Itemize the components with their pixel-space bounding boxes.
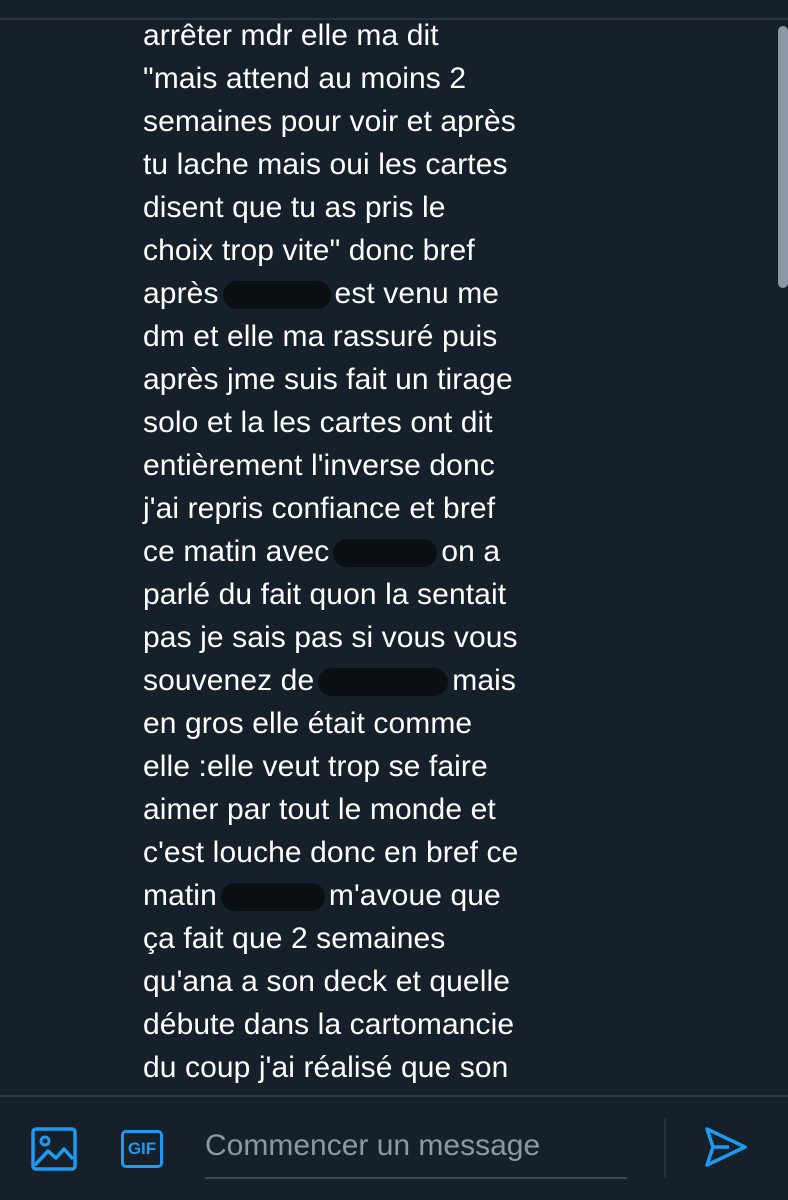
send-button[interactable]	[702, 1123, 750, 1171]
dm-conversation-screen: arrêter mdr elle ma dit "mais attend au …	[0, 0, 788, 1200]
redaction-mark	[333, 539, 438, 568]
message-line: j'ai repris confiance et bref	[143, 492, 496, 525]
message-line: ce matin avec on a	[143, 530, 703, 573]
message-line: solo et la les cartes ont dit	[143, 406, 493, 439]
message-line: "mais attend au moins 2	[143, 62, 467, 95]
message-segment: ce matin avec	[143, 535, 330, 568]
message-segment: mais	[452, 664, 516, 697]
message-line: choix trop vite" donc bref	[143, 234, 475, 267]
send-icon	[705, 1127, 747, 1167]
message-segment: après	[143, 277, 219, 310]
message-line: elle :elle veut trop se faire	[143, 750, 488, 783]
message-line: arrêter mdr elle ma dit	[143, 19, 439, 52]
message-segment: souvenez de	[143, 664, 315, 697]
message-line: après est venu me	[143, 272, 703, 315]
message-segment: on a	[441, 535, 501, 568]
gif-icon: GIF	[121, 1130, 163, 1168]
message-line: parlé du fait quon la sentait	[143, 578, 507, 611]
message-line: aimer par tout le monde et	[143, 793, 496, 826]
message-line: c'est louche donc en bref ce	[143, 836, 519, 869]
message-line: qu'ana a son deck et quelle	[143, 965, 511, 998]
message-line: semaines pour voir et après	[143, 105, 516, 138]
message-line: du coup j'ai réalisé que son	[143, 1051, 509, 1084]
image-icon	[31, 1127, 77, 1171]
message-line: pas je sais pas si vous vous	[143, 621, 518, 654]
message-text: arrêter mdr elle ma dit "mais attend au …	[143, 14, 703, 1089]
message-line: tu lache mais oui les cartes	[143, 148, 508, 181]
message-line: dm et elle ma rassuré puis	[143, 320, 498, 353]
message-line: débute dans la cartomancie	[143, 1008, 515, 1041]
message-composer: GIF	[0, 1095, 788, 1200]
message-line: souvenez de mais	[143, 659, 703, 702]
message-line: en gros elle était comme	[143, 707, 473, 740]
message-line: après jme suis fait un tirage	[143, 363, 513, 396]
add-gif-button[interactable]: GIF	[118, 1125, 166, 1173]
composer-divider	[664, 1119, 666, 1177]
message-line: disent que tu as pris le	[143, 191, 446, 224]
message-line: entièrement l'inverse donc	[143, 449, 495, 482]
add-image-button[interactable]	[30, 1125, 78, 1173]
message-segment: est venu me	[334, 277, 500, 310]
message-segment: m'avoue que	[328, 879, 501, 912]
redaction-mark	[222, 281, 331, 310]
message-segment: matin	[143, 879, 217, 912]
redaction-mark	[220, 883, 325, 912]
scrollbar-thumb[interactable]	[778, 26, 788, 288]
message-line: ça fait que 2 semaines	[143, 922, 446, 955]
message-input[interactable]	[205, 1115, 627, 1179]
redaction-mark	[318, 668, 449, 697]
message-line: matin m'avoue que	[143, 874, 703, 917]
